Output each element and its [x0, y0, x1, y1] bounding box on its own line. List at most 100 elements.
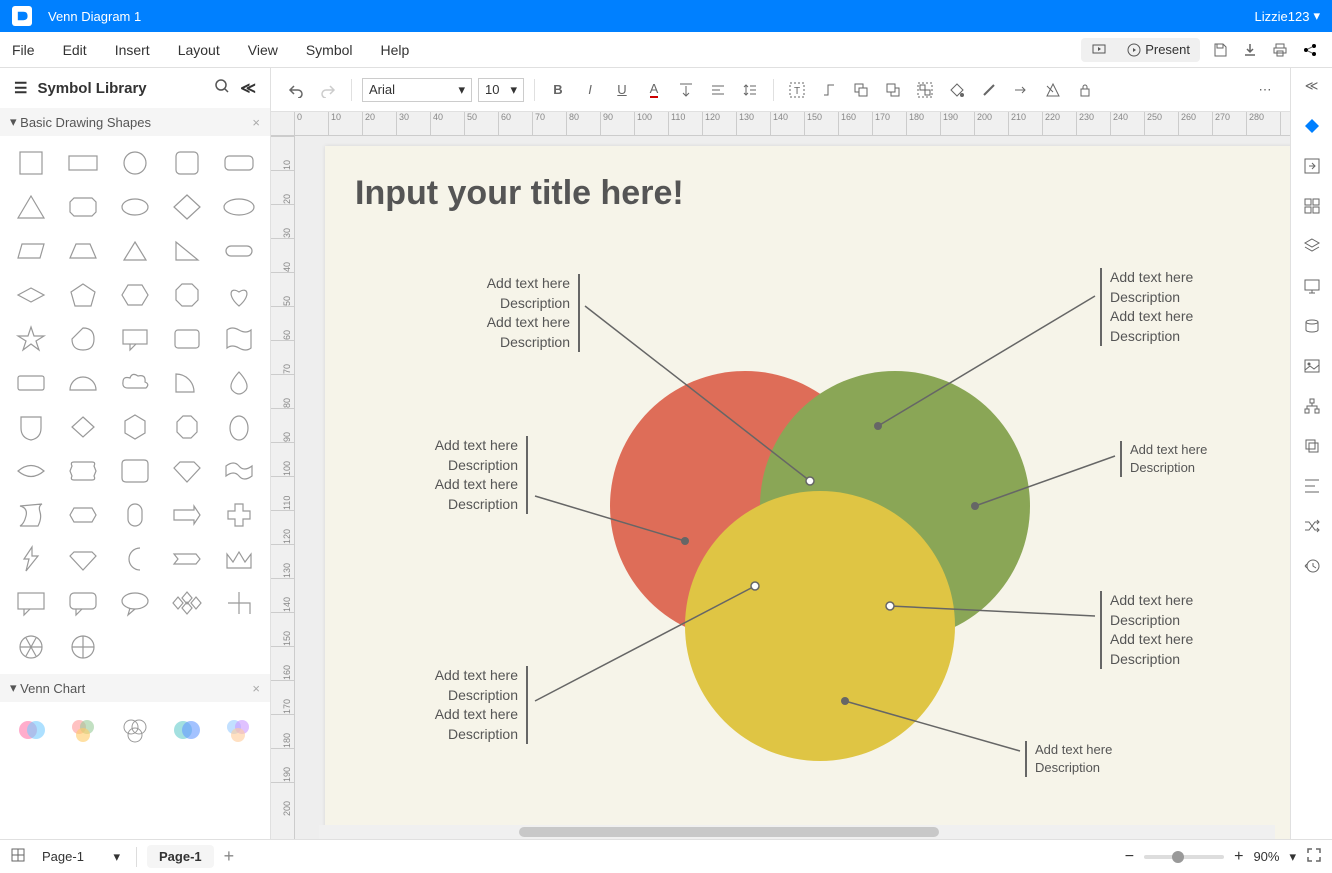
shape-bracket[interactable]: [112, 452, 158, 490]
shape-octagon[interactable]: [164, 276, 210, 314]
data-icon[interactable]: [1300, 314, 1324, 338]
lock-button[interactable]: [1072, 77, 1098, 103]
shape-ellipse-wide[interactable]: [216, 188, 262, 226]
line-button[interactable]: [976, 77, 1002, 103]
shape-quarter[interactable]: [164, 364, 210, 402]
callout-tl[interactable]: Add text hereDescriptionAdd text hereDes…: [430, 274, 580, 352]
shape-rounded-2[interactable]: [164, 320, 210, 358]
shape-star[interactable]: [8, 320, 54, 358]
sitemap-icon[interactable]: [1300, 394, 1324, 418]
shape-4diamond[interactable]: [164, 584, 210, 622]
canvas-page[interactable]: Input your title here!: [325, 146, 1290, 839]
layers-icon[interactable]: [1300, 234, 1324, 258]
print-icon[interactable]: [1270, 40, 1290, 60]
shape-callout-rect[interactable]: [112, 320, 158, 358]
shape-octagon-rect[interactable]: [60, 188, 106, 226]
align-v-button[interactable]: [673, 77, 699, 103]
shape-hexagon[interactable]: [112, 276, 158, 314]
theme-icon[interactable]: [1300, 114, 1324, 138]
category-venn-chart[interactable]: ▾ Venn Chart×: [0, 674, 270, 702]
shape-speech-rect[interactable]: [8, 584, 54, 622]
collapse-icon[interactable]: ≪: [240, 79, 256, 97]
more-button[interactable]: ⋯: [1252, 77, 1278, 103]
present-button[interactable]: Present: [1117, 38, 1200, 62]
italic-button[interactable]: I: [577, 77, 603, 103]
menu-symbol[interactable]: Symbol: [306, 42, 353, 58]
app-logo[interactable]: [12, 6, 32, 26]
line-spacing-button[interactable]: [737, 77, 763, 103]
shape-parallelogram[interactable]: [8, 232, 54, 270]
align-icon[interactable]: [1300, 474, 1324, 498]
fill-button[interactable]: [944, 77, 970, 103]
shape-crescent[interactable]: [112, 540, 158, 578]
shape-oct-2[interactable]: [164, 408, 210, 446]
callout-ml[interactable]: Add text hereDescriptionAdd text hereDes…: [378, 436, 528, 514]
zoom-in-button[interactable]: +: [1234, 848, 1243, 866]
shape-rectangle[interactable]: [60, 144, 106, 182]
callout-mr-small[interactable]: Add text hereDescription: [1120, 441, 1250, 477]
menu-view[interactable]: View: [248, 42, 278, 58]
outline-icon[interactable]: [10, 847, 26, 866]
font-select[interactable]: Arial▾: [362, 78, 472, 102]
shape-triangle-2[interactable]: [112, 232, 158, 270]
share-icon[interactable]: [1300, 40, 1320, 60]
shape-teardrop[interactable]: [216, 364, 262, 402]
grid-icon[interactable]: [1300, 194, 1324, 218]
text-box-button[interactable]: T: [784, 77, 810, 103]
category-basic-shapes[interactable]: ▾ Basic Drawing Shapes×: [0, 108, 270, 136]
zoom-slider[interactable]: [1144, 855, 1224, 859]
group-button[interactable]: [912, 77, 938, 103]
shape-hex-wide[interactable]: [60, 496, 106, 534]
shape-arrow-wide[interactable]: [164, 496, 210, 534]
shape-lightning[interactable]: [8, 540, 54, 578]
shape-capsule-vert[interactable]: [112, 496, 158, 534]
shape-pinwheel[interactable]: [216, 584, 262, 622]
shape-shield[interactable]: [8, 408, 54, 446]
venn-template-4[interactable]: [165, 712, 209, 748]
shape-plaque[interactable]: [60, 452, 106, 490]
shape-lens[interactable]: [8, 452, 54, 490]
arrow-style-button[interactable]: [1008, 77, 1034, 103]
venn-template-5[interactable]: [216, 712, 260, 748]
menu-file[interactable]: File: [12, 42, 35, 58]
callout-tr[interactable]: Add text hereDescriptionAdd text hereDes…: [1100, 268, 1250, 346]
zoom-dropdown-icon[interactable]: ▾: [1289, 849, 1296, 865]
close-icon[interactable]: ×: [252, 115, 260, 130]
menu-edit[interactable]: Edit: [63, 42, 87, 58]
search-icon[interactable]: [214, 78, 230, 98]
shape-halfcircle[interactable]: [60, 364, 106, 402]
close-icon[interactable]: ×: [252, 681, 260, 696]
shape-drop[interactable]: [60, 320, 106, 358]
shape-square[interactable]: [8, 144, 54, 182]
connector-button[interactable]: [816, 77, 842, 103]
shape-heart[interactable]: [216, 276, 262, 314]
shape-cross[interactable]: [216, 496, 262, 534]
front-button[interactable]: [880, 77, 906, 103]
slideshow-button[interactable]: [1081, 38, 1117, 62]
copy-icon[interactable]: [1300, 434, 1324, 458]
export-icon[interactable]: [1300, 154, 1324, 178]
shape-pentagon[interactable]: [60, 276, 106, 314]
shape-right-triangle[interactable]: [164, 232, 210, 270]
shuffle-icon[interactable]: [1300, 514, 1324, 538]
behind-button[interactable]: [848, 77, 874, 103]
shape-tool-button[interactable]: [1040, 77, 1066, 103]
venn-template-3[interactable]: [113, 712, 157, 748]
fullscreen-icon[interactable]: [1306, 847, 1322, 866]
shape-rect-3[interactable]: [8, 364, 54, 402]
venn-template-2[interactable]: [62, 712, 106, 748]
shape-curved[interactable]: [8, 496, 54, 534]
shape-rounded-rect[interactable]: [216, 144, 262, 182]
download-icon[interactable]: [1240, 40, 1260, 60]
callout-br[interactable]: Add text hereDescriptionAdd text hereDes…: [1100, 591, 1250, 669]
menu-layout[interactable]: Layout: [178, 42, 220, 58]
shape-rhombus[interactable]: [8, 276, 54, 314]
page-select[interactable]: Page-1▾: [36, 846, 126, 868]
bold-button[interactable]: B: [545, 77, 571, 103]
shape-speech-ellipse[interactable]: [112, 584, 158, 622]
presentation-icon[interactable]: [1300, 274, 1324, 298]
shape-ellipse[interactable]: [112, 188, 158, 226]
user-menu[interactable]: Lizzie123▾: [1255, 8, 1320, 24]
shape-stadium[interactable]: [216, 232, 262, 270]
shape-hex-tall[interactable]: [112, 408, 158, 446]
